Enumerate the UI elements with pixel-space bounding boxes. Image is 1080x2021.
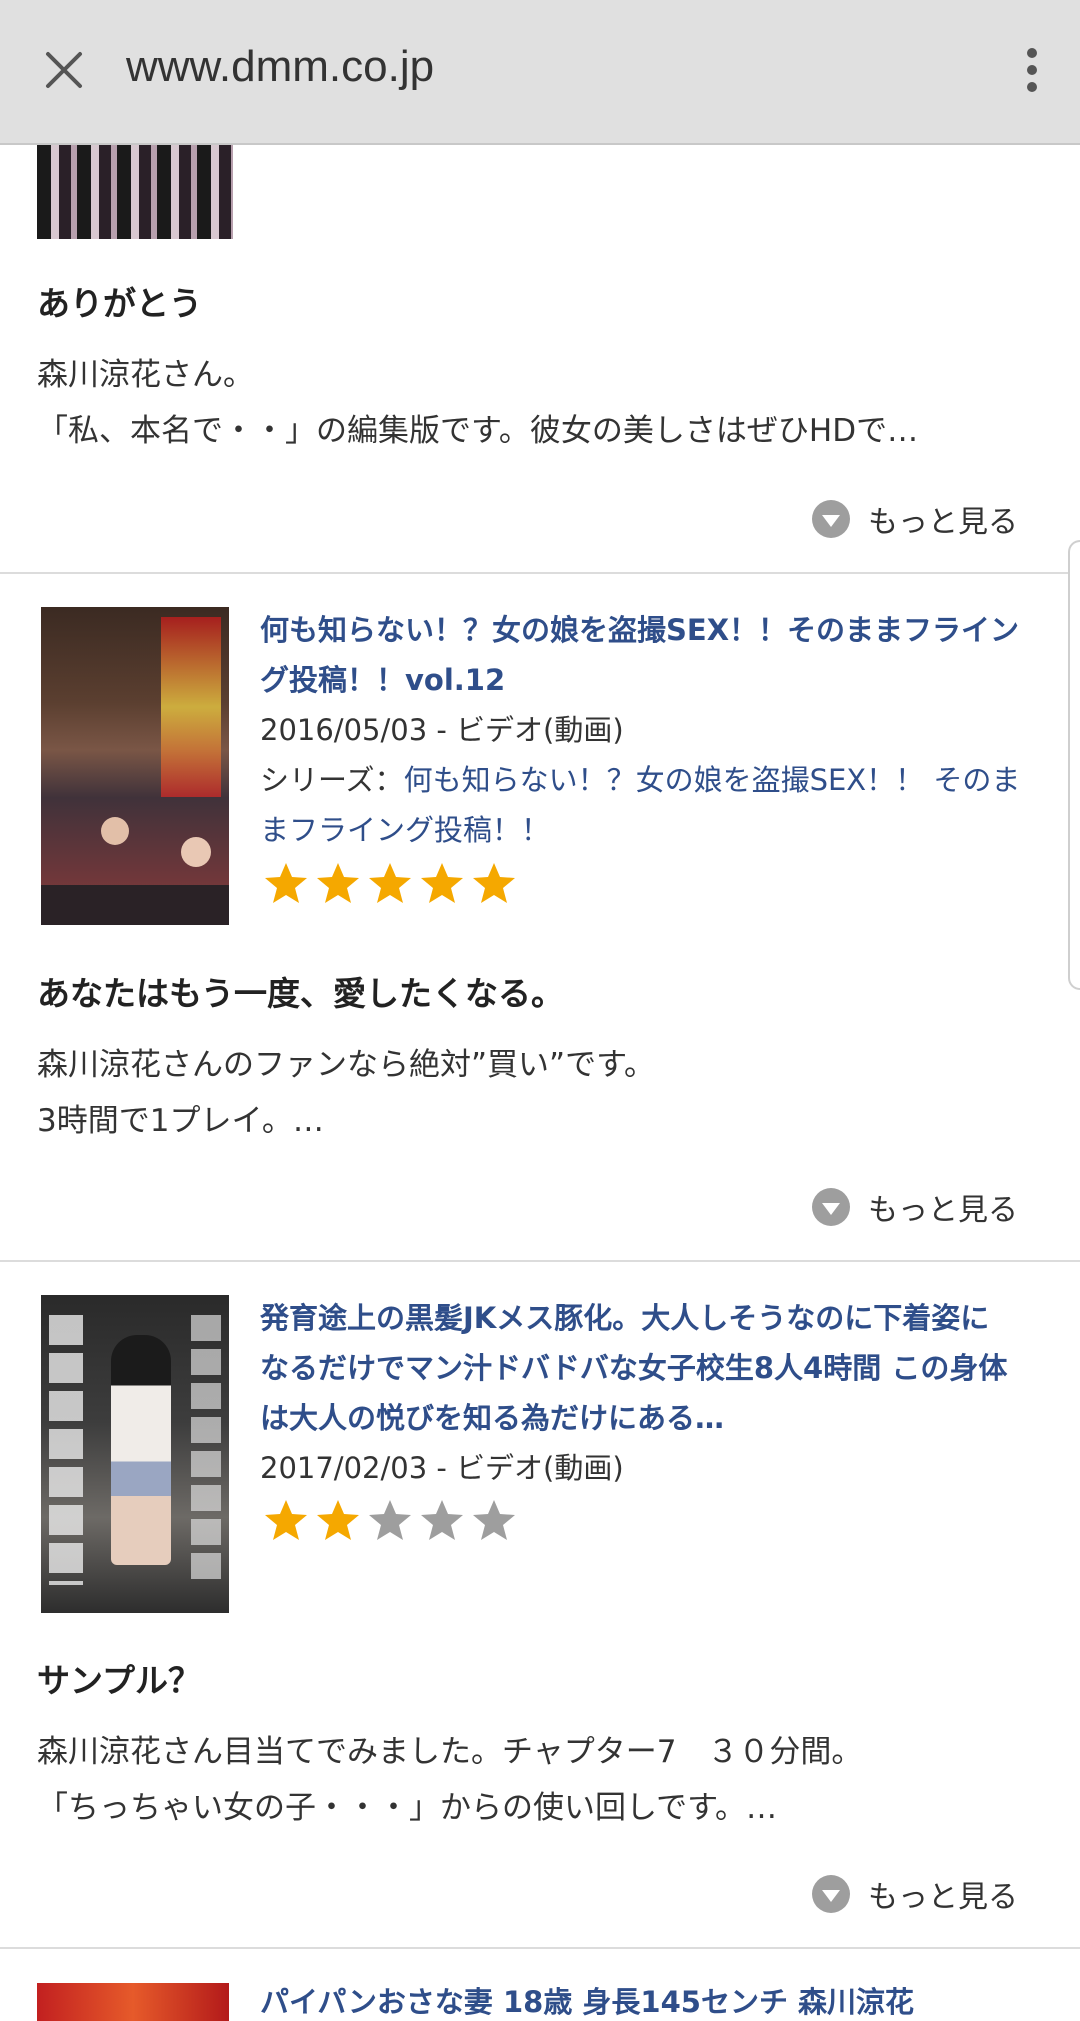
review-title: サンプル？ bbox=[37, 1661, 202, 1700]
review-body: 森川涼花さん。 「私、本名で・・」の編集版です。彼女の美しさはぜひHDで… bbox=[37, 347, 1047, 459]
show-more-button[interactable]: もっと見る bbox=[812, 497, 1018, 541]
product-thumbnail[interactable] bbox=[41, 607, 229, 925]
show-more-label: もっと見る bbox=[868, 505, 1018, 540]
product-title-link[interactable]: 何も知らない！？女の娘を盗撮SEX！！そのままフライン グ投稿！！vol.12 bbox=[260, 605, 1050, 705]
star-empty-icon bbox=[366, 1497, 414, 1545]
rating-stars bbox=[262, 1497, 518, 1545]
divider bbox=[0, 572, 1080, 574]
product-thumbnail[interactable] bbox=[37, 145, 233, 239]
review-body-line: 「ちっちゃい女の子・・・」からの使い回しです。… bbox=[37, 1790, 777, 1826]
expand-icon bbox=[812, 1188, 850, 1226]
expand-icon bbox=[812, 500, 850, 538]
series-label: シリーズ： bbox=[260, 763, 404, 797]
product-title-line: 何も知らない！？女の娘を盗撮SEX！！そのままフライン bbox=[260, 613, 1020, 647]
star-filled-icon bbox=[262, 860, 310, 908]
product-date-type: 2017/02/03 - ビデオ(動画) bbox=[260, 1451, 624, 1485]
browser-toolbar: www.dmm.co.jp bbox=[0, 0, 1080, 145]
review-body: 森川涼花さんのファンなら絶対”買い”です。 3時間で1プレイ。… bbox=[37, 1037, 1047, 1149]
series-link[interactable]: まフライング投稿！！ bbox=[260, 805, 1060, 855]
review-title: ありがとう bbox=[37, 284, 202, 323]
show-more-button[interactable]: もっと見る bbox=[812, 1185, 1018, 1229]
product-thumbnail[interactable] bbox=[37, 1983, 229, 2021]
star-filled-icon bbox=[314, 1497, 362, 1545]
product-title-line: は大人の悦びを知る為だけにある… bbox=[260, 1401, 725, 1435]
product-thumbnail[interactable] bbox=[41, 1295, 229, 1613]
scroll-handle[interactable] bbox=[1068, 540, 1080, 990]
product-title-link[interactable]: パイパンおさな妻 18歳 身長145センチ 森川涼花 bbox=[260, 1977, 1050, 2021]
product-title-link[interactable]: 発育途上の黒髪JKメス豚化。大人しそうなのに下着姿に なるだけでマン汁ドバドバな… bbox=[260, 1293, 1050, 1443]
divider bbox=[0, 1947, 1080, 1949]
show-more-label: もっと見る bbox=[868, 1880, 1018, 1915]
review-body-line: 3時間で1プレイ。… bbox=[37, 1103, 324, 1139]
product-date-type: 2016/05/03 - ビデオ(動画) bbox=[260, 713, 624, 747]
review-body-line: 森川涼花さんのファンなら絶対”買い”です。 bbox=[37, 1047, 656, 1083]
star-filled-icon bbox=[314, 860, 362, 908]
product-title-line: グ投稿！！vol.12 bbox=[260, 663, 506, 697]
show-more-button[interactable]: もっと見る bbox=[812, 1872, 1018, 1916]
url-text[interactable]: www.dmm.co.jp bbox=[126, 42, 434, 92]
series-info: シリーズ：何も知らない！？女の娘を盗撮SEX！！ そのま まフライング投稿！！ bbox=[260, 755, 1060, 855]
star-filled-icon bbox=[262, 1497, 310, 1545]
show-more-label: もっと見る bbox=[868, 1193, 1018, 1228]
rating-stars bbox=[262, 860, 518, 908]
expand-icon bbox=[812, 1875, 850, 1913]
review-body-line: 森川涼花さん目当てでみました。チャプター7 ３０分間。 bbox=[37, 1734, 863, 1770]
more-vert-icon[interactable] bbox=[1010, 40, 1054, 100]
review-body-line: 森川涼花さん。 bbox=[37, 357, 254, 393]
product-title-line: 発育途上の黒髪JKメス豚化。大人しそうなのに下着姿に bbox=[260, 1301, 990, 1335]
star-filled-icon bbox=[418, 860, 466, 908]
review-body: 森川涼花さん目当てでみました。チャプター7 ３０分間。 「ちっちゃい女の子・・・… bbox=[37, 1724, 1047, 1836]
series-link[interactable]: 何も知らない！？女の娘を盗撮SEX！！ そのま bbox=[404, 763, 1021, 797]
review-body-line: 「私、本名で・・」の編集版です。彼女の美しさはぜひHDで… bbox=[37, 413, 919, 449]
product-title-line: なるだけでマン汁ドバドバな女子校生8人4時間 この身体 bbox=[260, 1351, 1008, 1385]
star-empty-icon bbox=[470, 1497, 518, 1545]
review-title: あなたはもう一度、愛したくなる。 bbox=[37, 974, 565, 1013]
star-filled-icon bbox=[366, 860, 414, 908]
divider bbox=[0, 1260, 1080, 1262]
star-filled-icon bbox=[470, 860, 518, 908]
close-icon[interactable] bbox=[34, 40, 94, 100]
star-empty-icon bbox=[418, 1497, 466, 1545]
